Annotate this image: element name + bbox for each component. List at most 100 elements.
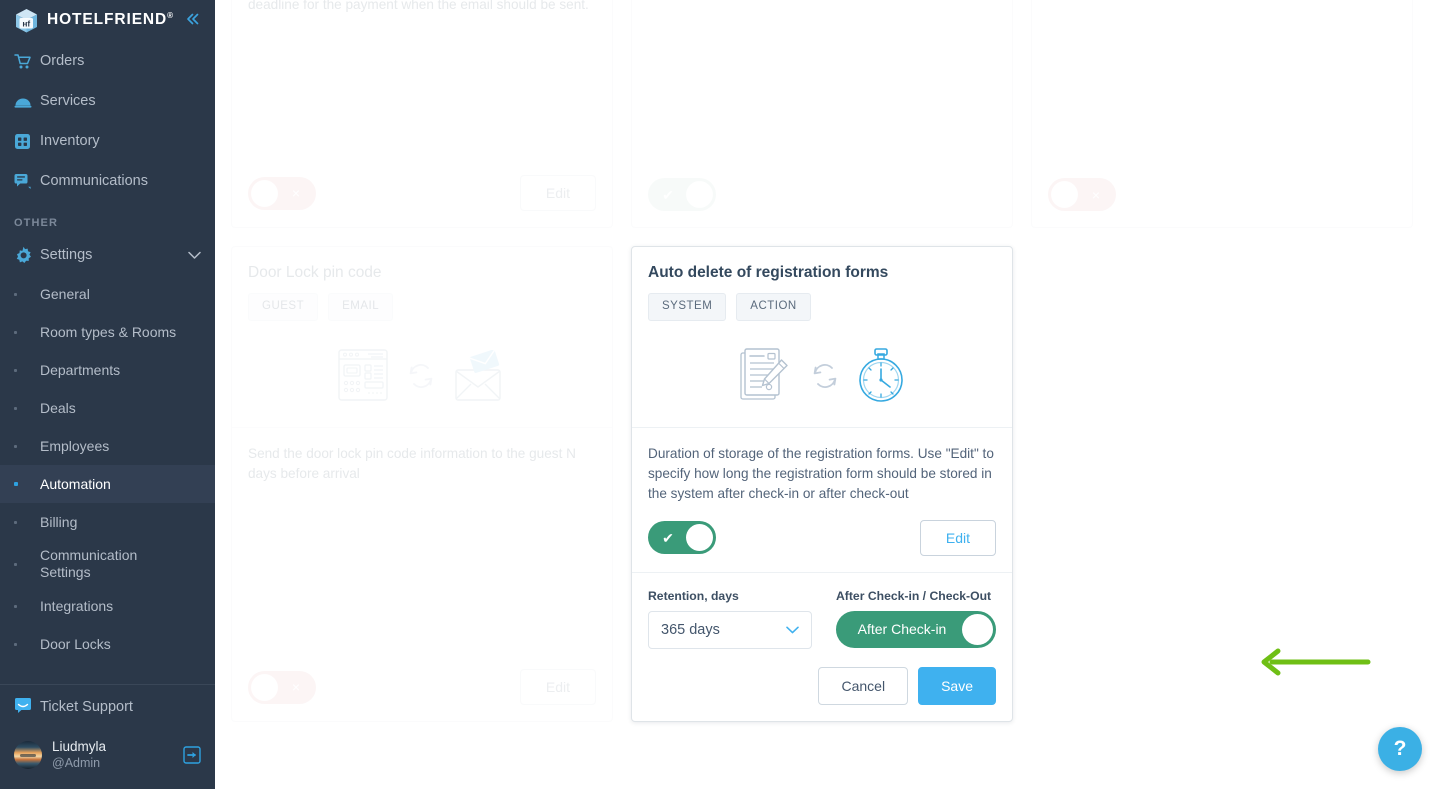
registration-form-icon	[738, 347, 794, 410]
app-root: нf HOTELFRIEND® Orders Services Inventor…	[0, 0, 1440, 789]
bullet-icon	[14, 520, 40, 524]
chevron-down-icon	[188, 248, 201, 263]
edit-actions: Cancel Save	[648, 666, 996, 706]
sidebar-item-integrations[interactable]: Integrations	[0, 587, 215, 625]
bullet-icon	[14, 292, 40, 296]
sidebar-item-billing[interactable]: Billing	[0, 503, 215, 541]
checkin-phase-value: After Check-in	[857, 621, 947, 638]
sidebar-subitem-label: Communication Settings	[40, 547, 138, 580]
inventory-grid-icon	[14, 133, 40, 150]
card-header: Auto delete of registration forms SYSTEM…	[632, 247, 1012, 321]
envelope-send-icon	[452, 349, 506, 407]
sync-arrows-icon	[808, 359, 842, 398]
sidebar-item-departments[interactable]: Departments	[0, 351, 215, 389]
sidebar-item-communications[interactable]: Communications	[0, 161, 215, 201]
card-badge: EMAIL	[328, 293, 394, 321]
sidebar-subitem-label: Room types & Rooms	[40, 323, 177, 340]
sidebar-subitem-label: General	[40, 285, 90, 302]
automation-card-invoice-reminder[interactable]: Send a reminder to those guests who have…	[231, 0, 613, 228]
automation-card-guest-login-credentials[interactable]: Automatically generate and send login cr…	[1031, 0, 1413, 228]
card-footer: × Edit	[232, 653, 612, 721]
sidebar-subitem-label: Integrations	[40, 597, 114, 614]
automation-cards-grid: Send a reminder to those guests who have…	[215, 0, 1440, 723]
card-illustration	[632, 331, 1012, 427]
sidebar-item-deals[interactable]: Deals	[0, 389, 215, 427]
card-illustration	[232, 331, 612, 427]
edit-button[interactable]: Edit	[519, 175, 596, 211]
card-title: Auto delete of registration forms	[648, 264, 889, 281]
logout-arrow-icon[interactable]	[183, 746, 201, 764]
toggle-mark: ✔	[662, 186, 674, 203]
enable-toggle[interactable]: ×	[1048, 178, 1116, 211]
card-header: Door Lock pin code GUEST EMAIL	[232, 247, 612, 321]
help-icon[interactable]: ?	[1378, 727, 1422, 771]
toggle-knob	[251, 179, 278, 207]
retention-value: 365 days	[661, 621, 720, 638]
sidebar-item-employees[interactable]: Employees	[0, 427, 215, 465]
bullet-icon	[14, 444, 40, 448]
sidebar-subitem-label: Deals	[40, 399, 76, 416]
sidebar-item-communication-settings[interactable]: Communication Settings	[0, 541, 215, 587]
avatar	[14, 741, 42, 769]
enable-toggle[interactable]: ×	[248, 176, 316, 210]
edit-button[interactable]: Edit	[519, 669, 596, 706]
support-chat-icon	[14, 697, 40, 718]
sidebar-item-automation[interactable]: Automation	[0, 465, 215, 503]
sidebar-item-ticket-support[interactable]: Ticket Support	[0, 685, 215, 729]
sidebar-item-label: Communications	[40, 173, 148, 189]
card-description: Send a reminder to those guests who have…	[248, 0, 589, 12]
automation-card-booking-confirmation[interactable]: Every time a booking offer is confirmed …	[631, 0, 1013, 228]
enable-toggle[interactable]: ×	[248, 670, 316, 704]
gear-icon	[14, 246, 40, 265]
toggle-mark: ×	[1091, 186, 1101, 203]
card-footer: ×	[1032, 162, 1412, 227]
sidebar-item-orders[interactable]: Orders	[0, 41, 215, 81]
automation-card-door-lock-pin-code[interactable]: Door Lock pin code GUEST EMAIL Send the …	[231, 246, 613, 723]
checkin-phase-toggle[interactable]: After Check-in	[836, 610, 996, 648]
card-badges: GUEST EMAIL	[248, 293, 596, 321]
enable-toggle[interactable]: ✔	[648, 178, 716, 211]
main-content: Send a reminder to those guests who have…	[215, 0, 1440, 789]
chevron-down-icon	[786, 623, 799, 637]
sidebar-item-room-types-rooms[interactable]: Room types & Rooms	[0, 313, 215, 351]
sidebar-item-services[interactable]: Services	[0, 81, 215, 121]
toggle-mark: ×	[291, 185, 301, 201]
sidebar-item-general[interactable]: General	[0, 275, 215, 313]
sidebar-logo-bar: нf HOTELFRIEND®	[0, 0, 215, 41]
save-button[interactable]: Save	[918, 666, 996, 706]
checkin-phase-label: After Check-in / Check-Out	[836, 588, 992, 603]
card-footer: ✔ Edit	[632, 504, 1012, 572]
automation-card-auto-delete-registration-forms[interactable]: Auto delete of registration forms SYSTEM…	[631, 246, 1013, 723]
sidebar-item-label: Orders	[40, 53, 85, 69]
card-badge-system: SYSTEM	[648, 293, 727, 321]
chevrons-left-icon[interactable]	[185, 12, 201, 30]
edit-button[interactable]: Edit	[919, 519, 996, 556]
card-badge-action: ACTION	[736, 293, 811, 321]
sidebar-subitem-label: Automation	[40, 475, 111, 492]
cancel-button[interactable]: Cancel	[818, 666, 909, 706]
retention-select[interactable]: 365 days	[648, 610, 812, 649]
sidebar-user-row[interactable]: Liudmyla @Admin	[0, 729, 215, 781]
sidebar-item-door-locks[interactable]: Door Locks	[0, 625, 215, 663]
ticket-support-label: Ticket Support	[40, 699, 133, 715]
toggle-knob	[962, 613, 993, 645]
sidebar-item-settings[interactable]: Settings	[0, 235, 215, 275]
toggle-knob	[1051, 181, 1078, 208]
card-title: Door Lock pin code	[248, 264, 382, 281]
stopwatch-icon	[856, 347, 906, 410]
hotelfriend-logo-icon: нf	[14, 8, 39, 34]
enable-toggle[interactable]: ✔	[648, 521, 716, 555]
bullet-icon	[14, 330, 40, 334]
kiosk-panel-icon	[338, 349, 390, 408]
card-footer: × Edit	[232, 159, 612, 227]
sidebar-item-label: Services	[40, 93, 96, 109]
sidebar-scroll-area[interactable]: Orders Services Inventory Communications…	[0, 41, 215, 676]
card-badge: GUEST	[248, 293, 319, 321]
sidebar-subitem-label: Employees	[40, 437, 110, 454]
sidebar-item-inventory[interactable]: Inventory	[0, 121, 215, 161]
sidebar-footer: Ticket Support Liudmyla @Admin	[0, 676, 215, 789]
edit-panel: Retention, days 365 days After Check-in …	[632, 571, 1012, 721]
card-footer: ✔	[632, 162, 1012, 227]
edit-fields-row: Retention, days 365 days After Check-in …	[648, 589, 996, 649]
brand-name: HOTELFRIEND®	[47, 11, 174, 29]
